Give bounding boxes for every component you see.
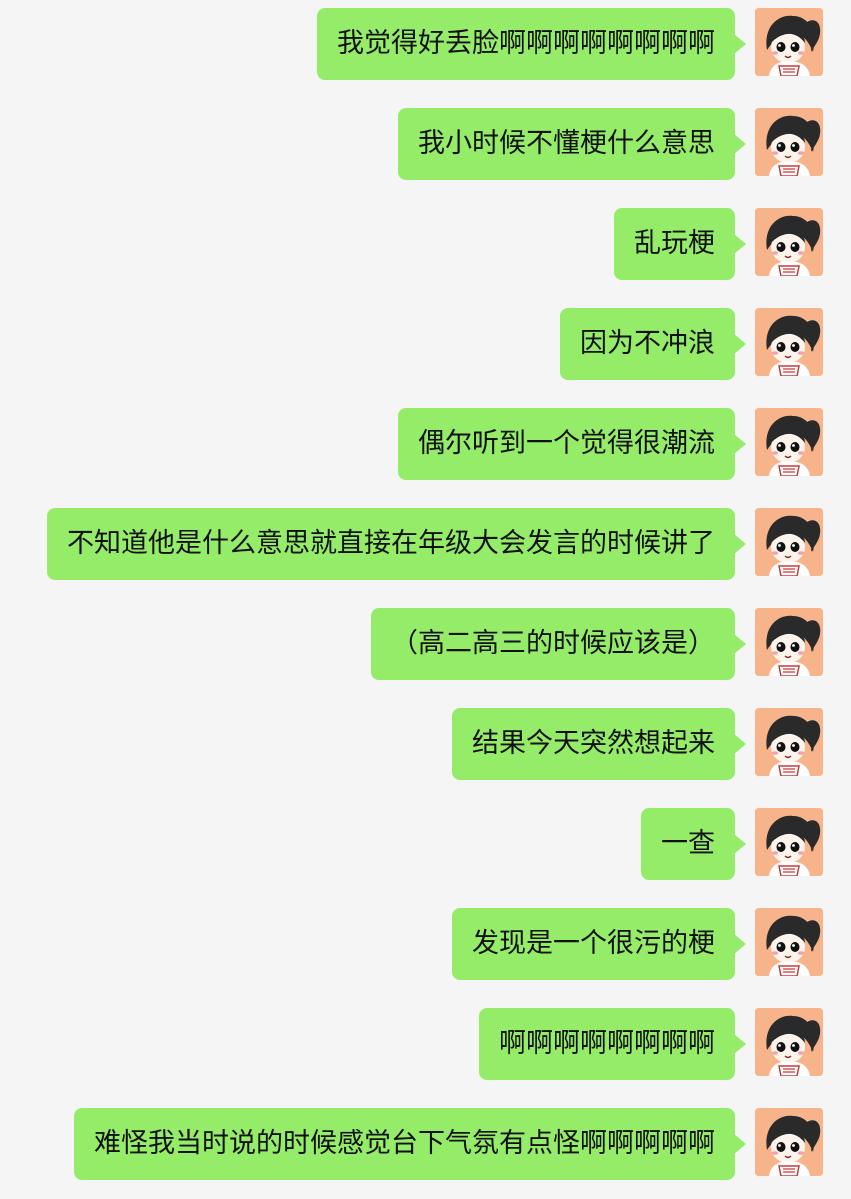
message-bubble[interactable]: 因为不冲浪 bbox=[560, 308, 746, 380]
avatar[interactable] bbox=[755, 908, 823, 976]
avatar[interactable] bbox=[755, 1108, 823, 1176]
cartoon-girl-avatar-icon bbox=[755, 108, 823, 176]
avatar[interactable] bbox=[755, 808, 823, 876]
message-row: （高二高三的时候应该是） bbox=[0, 608, 851, 680]
message-bubble[interactable]: 一查 bbox=[641, 808, 746, 880]
chat-message-list: 我觉得好丢脸啊啊啊啊啊啊啊啊 我小时候不懂梗什么意思 乱玩梗 因为不冲浪 偶尔听… bbox=[0, 0, 851, 1199]
cartoon-girl-avatar-icon bbox=[755, 208, 823, 276]
cartoon-girl-avatar-icon bbox=[755, 1008, 823, 1076]
cartoon-girl-avatar-icon bbox=[755, 708, 823, 776]
message-bubble[interactable]: 啊啊啊啊啊啊啊啊 bbox=[479, 1008, 746, 1080]
avatar[interactable] bbox=[755, 508, 823, 576]
cartoon-girl-avatar-icon bbox=[755, 608, 823, 676]
cartoon-girl-avatar-icon bbox=[755, 508, 823, 576]
message-bubble[interactable]: 结果今天突然想起来 bbox=[452, 708, 746, 780]
avatar[interactable] bbox=[755, 408, 823, 476]
message-row: 因为不冲浪 bbox=[0, 308, 851, 380]
message-row: 发现是一个很污的梗 bbox=[0, 908, 851, 980]
message-bubble[interactable]: 我觉得好丢脸啊啊啊啊啊啊啊啊 bbox=[317, 8, 746, 80]
avatar[interactable] bbox=[755, 1008, 823, 1076]
message-row: 不知道他是什么意思就直接在年级大会发言的时候讲了 bbox=[0, 508, 851, 580]
cartoon-girl-avatar-icon bbox=[755, 308, 823, 376]
cartoon-girl-avatar-icon bbox=[755, 408, 823, 476]
cartoon-girl-avatar-icon bbox=[755, 808, 823, 876]
avatar[interactable] bbox=[755, 8, 823, 76]
avatar[interactable] bbox=[755, 708, 823, 776]
cartoon-girl-avatar-icon bbox=[755, 1108, 823, 1176]
message-bubble[interactable]: （高二高三的时候应该是） bbox=[371, 608, 746, 680]
message-row: 结果今天突然想起来 bbox=[0, 708, 851, 780]
avatar[interactable] bbox=[755, 608, 823, 676]
cartoon-girl-avatar-icon bbox=[755, 908, 823, 976]
message-row: 我小时候不懂梗什么意思 bbox=[0, 108, 851, 180]
cartoon-girl-avatar-icon bbox=[755, 8, 823, 76]
message-bubble[interactable]: 乱玩梗 bbox=[614, 208, 746, 280]
message-bubble[interactable]: 发现是一个很污的梗 bbox=[452, 908, 746, 980]
message-row: 偶尔听到一个觉得很潮流 bbox=[0, 408, 851, 480]
message-bubble[interactable]: 不知道他是什么意思就直接在年级大会发言的时候讲了 bbox=[47, 508, 746, 580]
message-bubble[interactable]: 偶尔听到一个觉得很潮流 bbox=[398, 408, 746, 480]
avatar[interactable] bbox=[755, 108, 823, 176]
message-row: 啊啊啊啊啊啊啊啊 bbox=[0, 1008, 851, 1080]
message-bubble[interactable]: 我小时候不懂梗什么意思 bbox=[398, 108, 746, 180]
avatar[interactable] bbox=[755, 308, 823, 376]
avatar[interactable] bbox=[755, 208, 823, 276]
message-row: 难怪我当时说的时候感觉台下气氛有点怪啊啊啊啊啊 bbox=[0, 1108, 851, 1180]
message-row: 一查 bbox=[0, 808, 851, 880]
message-bubble[interactable]: 难怪我当时说的时候感觉台下气氛有点怪啊啊啊啊啊 bbox=[74, 1108, 746, 1180]
message-row: 我觉得好丢脸啊啊啊啊啊啊啊啊 bbox=[0, 8, 851, 80]
message-row: 乱玩梗 bbox=[0, 208, 851, 280]
